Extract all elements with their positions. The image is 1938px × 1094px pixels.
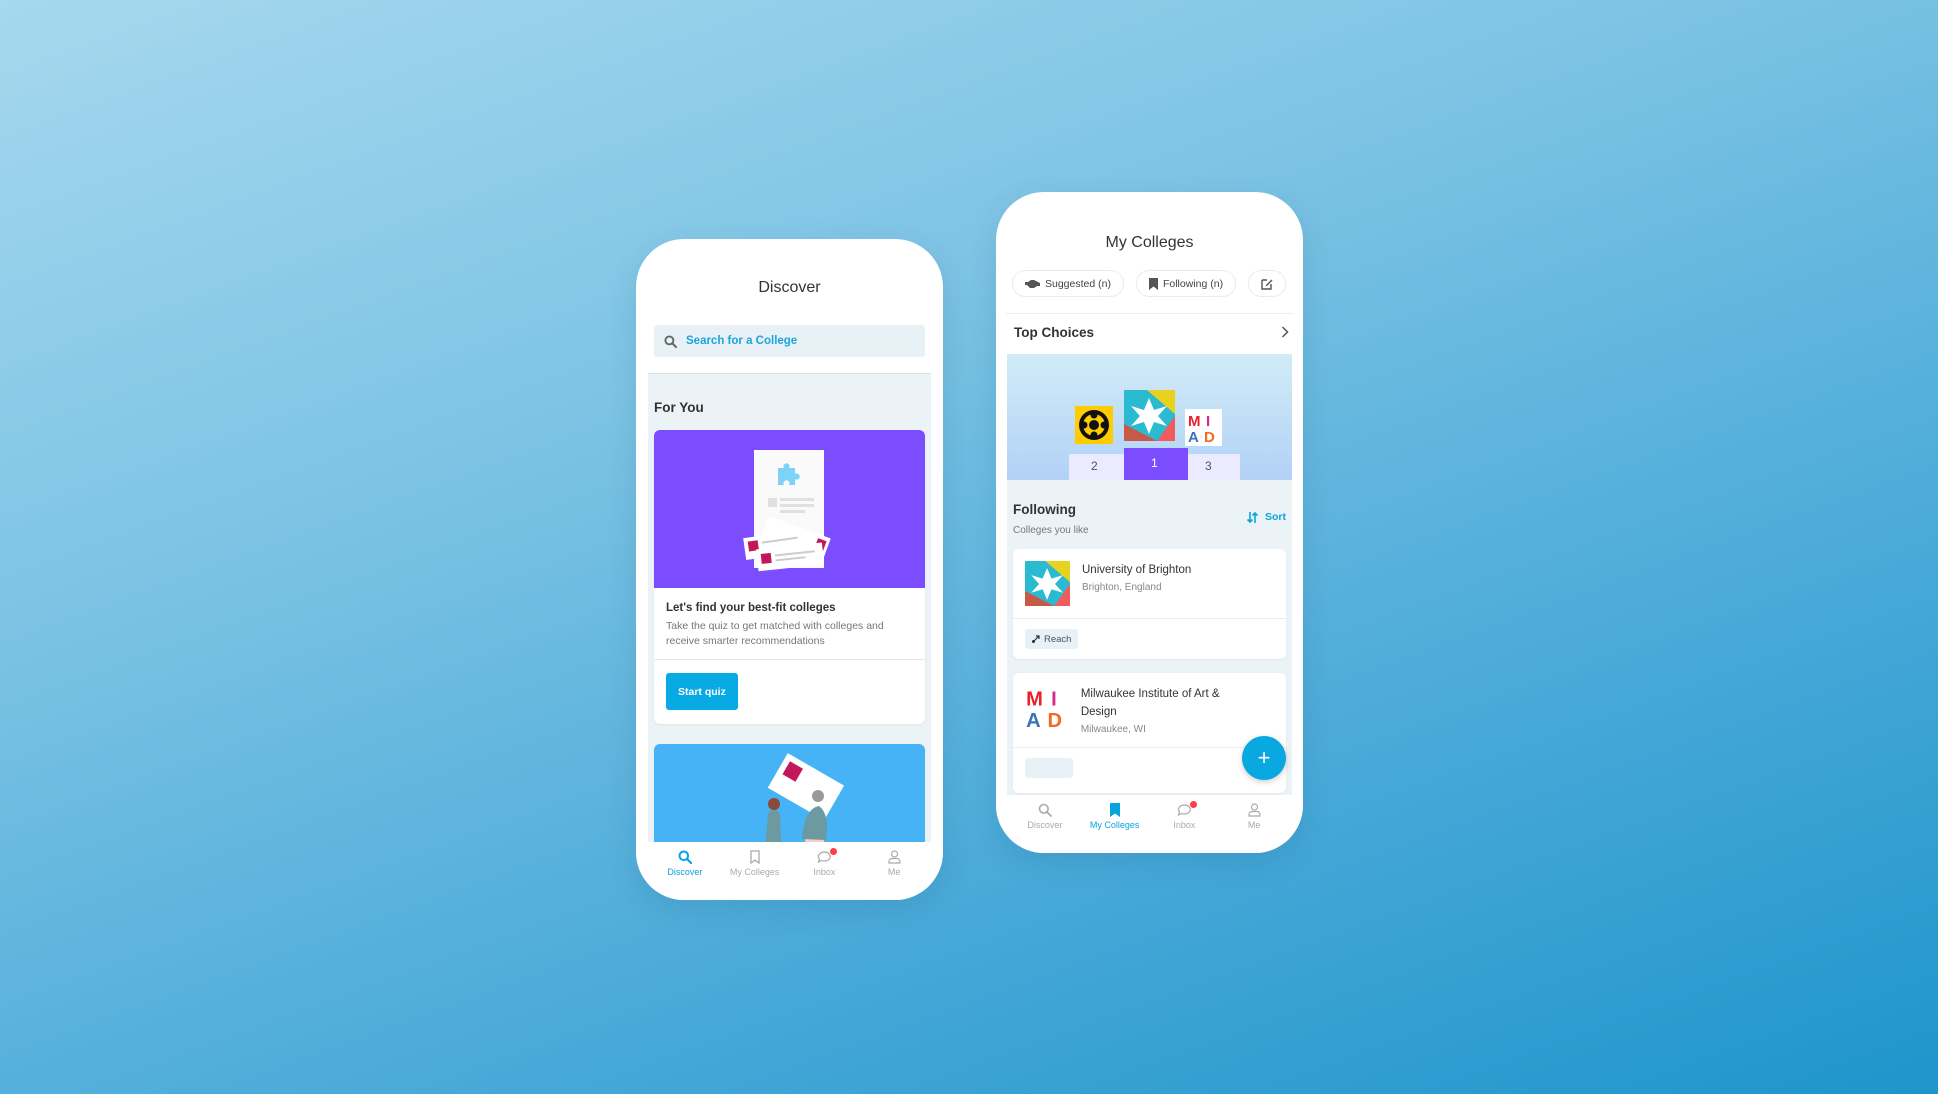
college-logo-1 — [1124, 390, 1175, 441]
promo-card[interactable] — [654, 744, 925, 842]
search-input[interactable]: Search for a College — [654, 325, 925, 357]
following-title: Following — [1013, 502, 1076, 517]
chip-following[interactable]: Following (n) — [1135, 270, 1237, 297]
svg-text:D: D — [1204, 429, 1215, 446]
nav-label: Me — [1247, 820, 1261, 830]
svg-text:M: M — [1188, 413, 1201, 430]
quiz-card-description: Take the quiz to get matched with colleg… — [666, 620, 884, 647]
nav-label: Inbox — [1173, 820, 1196, 830]
nav-label: My Colleges — [729, 867, 780, 877]
bottom-navigation: Discover My Colleges Inbox Me — [996, 795, 1303, 853]
svg-text:M: M — [1026, 689, 1043, 711]
for-you-feed[interactable]: For You Let's find your best-fit college… — [648, 373, 931, 842]
nav-label: Me — [887, 867, 901, 877]
search-placeholder: Search for a College — [686, 335, 798, 347]
sort-icon — [1247, 511, 1258, 523]
nav-me[interactable]: Me — [864, 850, 924, 900]
search-icon — [678, 850, 692, 864]
filter-chips: Suggested (n) Following (n) — [1012, 270, 1287, 297]
college-location: Brighton, England — [1082, 582, 1162, 593]
promo-illustration — [654, 744, 925, 842]
my-colleges-phone: My Colleges Suggested (n) Following (n) … — [996, 192, 1303, 853]
top-choices-podium[interactable]: M I A D 2 1 3 — [1007, 354, 1292, 480]
tag-label: Reach — [1044, 633, 1072, 645]
nav-me[interactable]: Me — [1224, 803, 1284, 853]
people-holding-card-illustration — [765, 753, 845, 842]
podium-rank-1: 1 — [1151, 456, 1158, 470]
person-icon — [1248, 803, 1261, 817]
search-icon — [664, 334, 677, 348]
handshake-icon — [1025, 279, 1040, 288]
college-name: Milwaukee Institute of Art & Design — [1080, 688, 1220, 718]
college-card[interactable]: M I A D Milwaukee Institute of Art & Des… — [1013, 673, 1286, 793]
chip-label: Following (n) — [1162, 277, 1224, 290]
college-tag — [1025, 758, 1073, 778]
quiz-card-title: Let's find your best-fit colleges — [666, 602, 836, 614]
reach-tag: Reach — [1025, 629, 1079, 649]
discover-phone: Discover Search for a College For You Le… — [636, 239, 943, 900]
college-name: University of Brighton — [1082, 564, 1192, 576]
following-subtitle: Colleges you like — [1013, 525, 1089, 536]
bottom-navigation: Discover My Colleges Inbox Me — [636, 842, 943, 900]
bookmark-icon — [1148, 277, 1158, 290]
top-choices-title: Top Choices — [1014, 324, 1095, 340]
college-logo-2 — [1075, 406, 1113, 444]
person-icon — [888, 850, 901, 864]
college-location: Milwaukee, WI — [1080, 724, 1146, 735]
nav-discover[interactable]: Discover — [655, 850, 715, 900]
chevron-right-icon — [1281, 326, 1289, 338]
nav-discover[interactable]: Discover — [1015, 803, 1075, 853]
quiz-card: Let's find your best-fit colleges Take t… — [654, 430, 925, 724]
nav-my-colleges[interactable]: My Colleges — [725, 850, 785, 900]
podium-rank-2: 2 — [1091, 459, 1098, 473]
quiz-illustration — [654, 430, 925, 588]
start-quiz-button[interactable]: Start quiz — [666, 673, 738, 710]
svg-text:A: A — [1026, 710, 1041, 730]
page-title: Discover — [758, 279, 821, 296]
nav-inbox[interactable]: Inbox — [1154, 801, 1214, 853]
svg-text:I: I — [1206, 413, 1210, 430]
nav-inbox[interactable]: Inbox — [794, 848, 854, 900]
section-title: For You — [654, 400, 704, 415]
quiz-document-illustration — [743, 450, 831, 572]
college-logo: M I A D — [1025, 685, 1069, 730]
svg-text:D: D — [1048, 710, 1063, 730]
notification-badge — [1190, 801, 1198, 808]
nav-label: Inbox — [813, 867, 836, 877]
podium-rank-3: 3 — [1205, 459, 1212, 473]
svg-text:A: A — [1188, 429, 1199, 446]
svg-text:I: I — [1051, 689, 1057, 711]
top-choices-header[interactable]: Top Choices — [1014, 320, 1289, 344]
nav-label: Discover — [667, 867, 703, 877]
chip-label: Suggested (n) — [1045, 277, 1111, 290]
divider — [1006, 313, 1293, 314]
college-card[interactable]: University of Brighton Brighton, England… — [1013, 549, 1286, 659]
podium-graphic: M I A D — [1069, 390, 1240, 480]
bookmark-icon — [1109, 803, 1120, 817]
page-title: My Colleges — [1105, 234, 1194, 251]
chip-edit[interactable] — [1248, 270, 1287, 297]
nav-label: My Colleges — [1089, 820, 1140, 830]
search-icon — [1038, 803, 1052, 817]
college-logo — [1025, 561, 1070, 606]
add-college-button[interactable]: + — [1242, 736, 1286, 780]
bookmark-icon — [749, 850, 760, 864]
edit-icon — [1261, 278, 1273, 290]
sort-button[interactable]: Sort — [1247, 511, 1286, 523]
podium-step-3 — [1188, 454, 1240, 480]
nav-label: Discover — [1027, 820, 1063, 830]
notification-badge — [830, 848, 838, 855]
college-logo-3: M I A D — [1185, 409, 1222, 446]
sort-label: Sort — [1265, 511, 1286, 523]
nav-my-colleges[interactable]: My Colleges — [1085, 803, 1145, 853]
chip-suggested[interactable]: Suggested (n) — [1012, 270, 1124, 297]
reach-icon — [1032, 635, 1040, 643]
